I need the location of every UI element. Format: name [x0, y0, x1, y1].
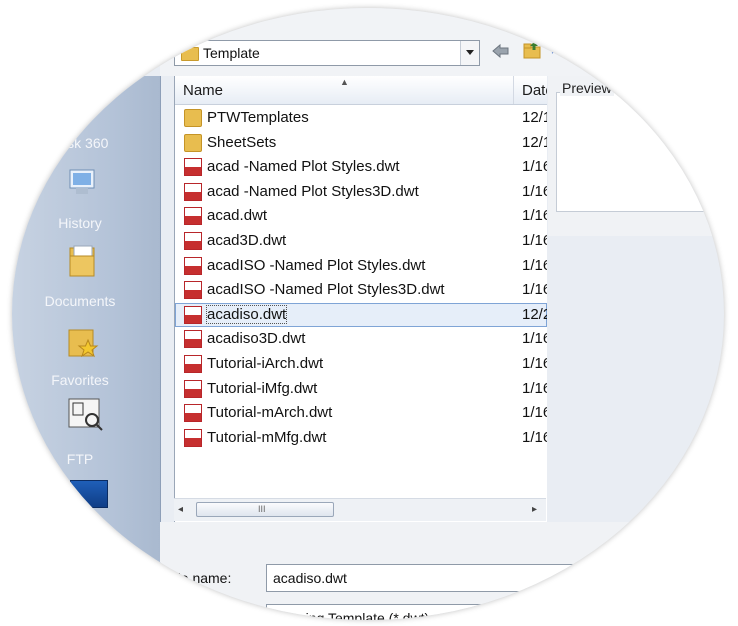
horizontal-scrollbar[interactable]: ◂ III ▸	[174, 498, 546, 521]
file-date: 12/2	[522, 305, 547, 323]
file-name: Tutorial-iArch.dwt	[207, 355, 324, 372]
file-name: acad -Named Plot Styles.dwt	[207, 158, 400, 176]
dwt-file-icon	[184, 428, 202, 447]
file-row[interactable]: acad.dwt 1/16	[175, 204, 547, 228]
file-date: 1/16	[522, 182, 547, 200]
file-date: 1/16	[522, 330, 547, 348]
scrollbar-thumb[interactable]: III	[196, 502, 334, 517]
circular-crop: Template ⌕ desk 360 History Documents Fa…	[12, 8, 724, 620]
file-row[interactable]: SheetSets 12/1	[175, 131, 547, 155]
file-date: 1/16	[522, 232, 547, 249]
file-name: acadISO -Named Plot Styles3D.dwt	[207, 281, 445, 299]
favorites-icon[interactable]	[66, 324, 100, 360]
dwt-file-icon	[184, 182, 202, 201]
preview-title: Preview	[560, 80, 614, 96]
file-date: 1/16	[522, 355, 547, 372]
column-divider[interactable]	[513, 76, 514, 104]
file-row[interactable]: acad3D.dwt 1/16	[175, 229, 547, 253]
file-date: 1/16	[522, 281, 547, 299]
file-list[interactable]: Name ▲ Date PTWTemplates 12/1 SheetSets 12/…	[174, 76, 547, 522]
file-name: PTWTemplates	[207, 109, 309, 126]
history-icon[interactable]	[66, 164, 100, 198]
file-row[interactable]: Tutorial-iMfg.dwt 1/16	[175, 377, 547, 401]
folder-icon	[184, 133, 202, 152]
dwt-file-icon	[184, 330, 202, 349]
up-folder-icon[interactable]	[522, 40, 542, 60]
sort-ascending-icon: ▲	[340, 77, 349, 87]
file-row[interactable]: Tutorial-mMfg.dwt 1/16	[175, 426, 547, 450]
dwt-file-icon	[184, 355, 202, 373]
file-name: acad -Named Plot Styles3D.dwt	[207, 182, 419, 200]
scroll-right-icon[interactable]: ▸	[532, 504, 537, 515]
file-name: Tutorial-mArch.dwt	[207, 404, 333, 422]
place-autodesk-360[interactable]: desk 360	[12, 135, 160, 151]
file-row[interactable]: acadISO -Named Plot Styles3D.dwt 1/16	[175, 278, 547, 302]
ftp-icon[interactable]	[66, 394, 106, 432]
dwt-file-icon	[184, 281, 202, 300]
place-documents[interactable]: Documents	[12, 293, 160, 309]
folder-icon	[181, 47, 199, 61]
file-type-select[interactable]: Drawing Template (*.dwt)	[266, 604, 606, 620]
file-date: 12/1	[522, 133, 547, 151]
file-row[interactable]: Tutorial-mArch.dwt 1/16	[175, 401, 547, 425]
scrollbar-grip: III	[258, 504, 266, 514]
delete-icon[interactable]: ⌕	[552, 40, 560, 57]
chevron-down-icon	[466, 50, 474, 55]
dwt-file-icon	[184, 232, 202, 250]
file-name-input[interactable]: acadiso.dwt	[266, 564, 606, 592]
back-arrow-icon[interactable]	[492, 42, 510, 60]
scroll-left-icon[interactable]: ◂	[178, 504, 183, 515]
file-date: 1/16	[522, 404, 547, 422]
dwt-file-icon	[184, 207, 202, 226]
file-row[interactable]: acadiso.dwt 12/2	[175, 302, 547, 327]
column-header-date[interactable]: Date	[522, 82, 547, 99]
file-date: 1/16	[522, 256, 547, 274]
dwt-file-icon	[184, 404, 202, 423]
screenshot-stage: Template ⌕ desk 360 History Documents Fa…	[0, 0, 738, 626]
file-date: 1/16	[522, 428, 547, 446]
folder-icon	[184, 109, 202, 127]
look-in-value: Template	[203, 45, 260, 61]
list-header: Name ▲ Date	[175, 76, 547, 105]
file-name-label: File name:	[166, 570, 232, 586]
place-favorites[interactable]: Favorites	[12, 372, 160, 388]
file-name: acadISO -Named Plot Styles.dwt	[207, 256, 426, 274]
file-date: 1/16	[522, 379, 547, 397]
file-name: Tutorial-mMfg.dwt	[207, 428, 327, 446]
place-history[interactable]: History	[12, 215, 160, 231]
file-row[interactable]: acad -Named Plot Styles.dwt 1/16	[175, 155, 547, 179]
places-bar: desk 360 History Documents Favorites FTP	[12, 76, 161, 576]
file-row[interactable]: acadISO -Named Plot Styles.dwt 1/16	[175, 254, 547, 278]
file-date: 1/16	[522, 158, 547, 176]
file-name: Tutorial-iMfg.dwt	[207, 379, 318, 397]
file-name: SheetSets	[207, 133, 277, 151]
dwt-file-icon	[184, 305, 202, 324]
file-name: acadiso.dwt	[205, 304, 288, 324]
file-date: 12/1	[522, 109, 547, 126]
documents-icon[interactable]	[68, 244, 98, 278]
combo-dropdown-button[interactable]	[460, 41, 479, 65]
file-date: 1/16	[522, 207, 547, 225]
file-row[interactable]: acadiso3D.dwt 1/16	[175, 327, 547, 351]
dwt-file-icon	[184, 256, 202, 275]
dwt-file-icon	[184, 379, 202, 398]
file-row[interactable]: PTWTemplates 12/1	[175, 106, 547, 130]
place-ftp[interactable]: FTP	[12, 451, 160, 467]
file-row[interactable]: Tutorial-iArch.dwt 1/16	[175, 352, 547, 376]
select-template-dialog: Template ⌕ desk 360 History Documents Fa…	[12, 8, 724, 620]
file-name: acad3D.dwt	[207, 232, 287, 249]
column-header-name[interactable]: Name	[183, 82, 223, 99]
file-name: acad.dwt	[207, 207, 268, 225]
dwt-file-icon	[184, 158, 202, 177]
file-row[interactable]: acad -Named Plot Styles3D.dwt 1/16	[175, 180, 547, 204]
desktop-icon[interactable]	[70, 480, 108, 508]
preview-frame	[556, 92, 724, 212]
look-in-combo[interactable]: Template	[174, 40, 480, 66]
file-name: acadiso3D.dwt	[207, 330, 306, 348]
